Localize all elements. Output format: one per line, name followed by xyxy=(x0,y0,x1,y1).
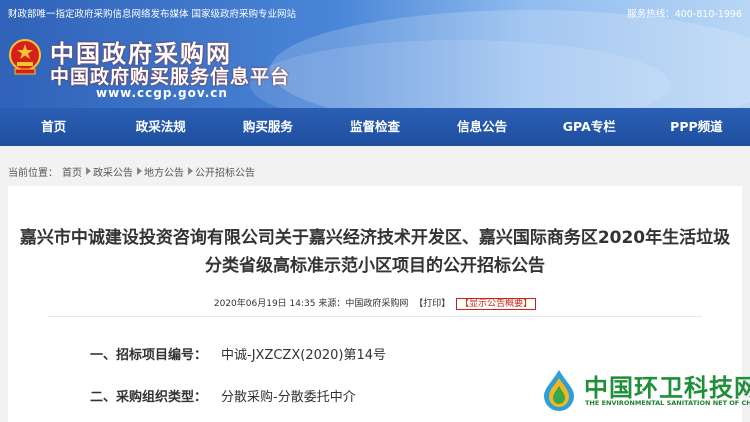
breadcrumb-home[interactable]: 首页 xyxy=(62,168,82,179)
nav-item-gpa[interactable]: GPA专栏 xyxy=(536,108,643,146)
site-notice: 财政部唯一指定政府采购信息网络发布媒体 国家级政府采购专业网站 xyxy=(8,9,297,20)
divider xyxy=(48,316,702,317)
watermark-title: 中国环卫科技网 xyxy=(584,374,750,402)
print-link[interactable]: 【打印】 xyxy=(414,299,450,309)
main-nav: 首页 政采法规 购买服务 监督检查 信息公告 GPA专栏 PPP频道 xyxy=(0,108,750,146)
breadcrumb-procurement-notices[interactable]: 政采公告 xyxy=(93,168,133,179)
national-emblem-icon xyxy=(9,39,41,75)
site-header: 财政部唯一指定政府采购信息网络发布媒体 国家级政府采购专业网站 服务热线：400… xyxy=(0,0,750,108)
water-drop-logo-icon xyxy=(544,370,574,411)
publish-info: 2020年06月19日 14:35 来源：中国政府采购网 xyxy=(213,299,409,309)
nav-item-regulations[interactable]: 政采法规 xyxy=(107,108,214,146)
article-meta: 2020年06月19日 14:35 来源：中国政府采购网 【打印】 【显示公告概… xyxy=(8,296,742,310)
top-info-bar: 财政部唯一指定政府采购信息网络发布媒体 国家级政府采购专业网站 服务热线：400… xyxy=(8,6,742,20)
watermark-logo: 中国环卫科技网 THE ENVIRONMENTAL SANITATION NET… xyxy=(540,366,750,422)
breadcrumb: 当前位置： 首页 政采公告 地方公告 公开招标公告 xyxy=(8,164,259,179)
show-summary-button[interactable]: 【显示公告概要】 xyxy=(456,298,537,310)
nav-item-ppp[interactable]: PPP频道 xyxy=(643,108,750,146)
field-label: 一、招标项目编号： xyxy=(90,348,208,363)
breadcrumb-local-notices[interactable]: 地方公告 xyxy=(144,168,184,179)
chevron-right-icon xyxy=(188,167,193,175)
field-label: 二、采购组织类型： xyxy=(90,390,208,405)
nav-item-supervision[interactable]: 监督检查 xyxy=(321,108,428,146)
site-subtitle: 中国政府购买服务信息平台 xyxy=(50,66,291,88)
nav-item-home[interactable]: 首页 xyxy=(0,108,107,146)
site-url: www.ccgp.gov.cn xyxy=(96,86,228,100)
breadcrumb-label: 当前位置： xyxy=(8,168,58,179)
field-project-number: 一、招标项目编号： 中诚-JXZCZX(2020)第14号 xyxy=(90,344,386,363)
chevron-right-icon xyxy=(137,167,142,175)
chevron-right-icon xyxy=(86,167,91,175)
service-hotline: 服务热线：400-810-1996 xyxy=(627,9,742,20)
breadcrumb-open-tender[interactable]: 公开招标公告 xyxy=(195,168,255,179)
watermark-subtitle: THE ENVIRONMENTAL SANITATION NET OF CHIN… xyxy=(585,399,750,407)
field-value: 中诚-JXZCZX(2020)第14号 xyxy=(221,348,387,363)
nav-item-announcements[interactable]: 信息公告 xyxy=(429,108,536,146)
nav-item-purchase-services[interactable]: 购买服务 xyxy=(214,108,321,146)
field-value: 分散采购-分散委托中介 xyxy=(221,390,356,405)
article-title: 嘉兴市中诚建设投资咨询有限公司关于嘉兴经济技术开发区、嘉兴国际商务区2020年生… xyxy=(19,228,731,276)
field-organization-type: 二、采购组织类型： 分散采购-分散委托中介 xyxy=(90,386,356,405)
